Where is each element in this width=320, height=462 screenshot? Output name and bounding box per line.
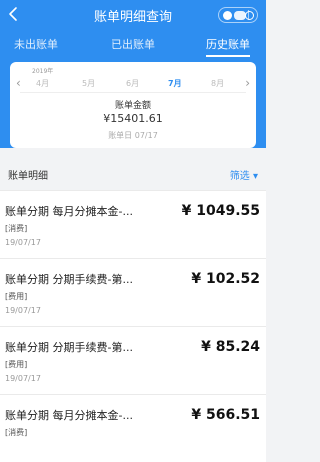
item-tag: [消费] [5,224,28,233]
detail-bar: 账单明细 筛选 ▾ [0,160,266,188]
list-item[interactable]: 账单分期 每月分摊本金-... ¥ 1049.55 [消费] 19/07/17 [0,190,266,258]
item-title: 账单分期 分期手续费-第... [5,273,133,286]
item-tag: [费用] [5,292,28,301]
bill-date: 账单日 07/17 [108,131,158,140]
month-4[interactable]: 4月 [36,78,49,89]
list-item[interactable]: 账单分期 分期手续费-第... ¥ 85.24 [费用] 19/07/17 [0,326,266,394]
item-time: 19/07/17 [5,374,41,383]
list-item[interactable]: 账单分期 每月分摊本金-... ¥ 566.51 [消费] [0,394,266,462]
card-divider [20,92,246,93]
item-price: ¥ 1049.55 [181,203,260,219]
item-tag: [费用] [5,360,28,369]
item-tag: [消费] [5,428,28,437]
prev-month-icon[interactable]: ‹ [16,76,21,90]
month-7[interactable]: 7月 [168,78,182,89]
item-title: 账单分期 每月分摊本金-... [5,205,133,218]
miniapp-capsule[interactable] [218,7,258,23]
bill-card: 2019年 ‹ › 4月 5月 6月 7月 8月 账单金额 ¥15401.61 … [10,62,256,148]
filter-button[interactable]: 筛选 ▾ [230,167,258,182]
month-8[interactable]: 8月 [211,78,224,89]
close-circle-icon[interactable] [245,11,254,20]
item-price: ¥ 85.24 [201,339,260,355]
next-month-icon[interactable]: › [245,76,250,90]
tab-billed[interactable]: 已出账单 [111,36,155,52]
month-5[interactable]: 5月 [82,78,95,89]
list-item[interactable]: 账单分期 分期手续费-第... ¥ 102.52 [费用] 19/07/17 [0,258,266,326]
amount-label: 账单金额 [114,101,151,111]
item-title: 账单分期 分期手续费-第... [5,341,133,354]
month-6[interactable]: 6月 [126,78,139,89]
record-dot-icon [223,11,232,20]
tab-unbilled[interactable]: 未出账单 [14,36,58,52]
item-title: 账单分期 每月分摊本金-... [5,409,133,422]
amount-value: ¥15401.61 [103,112,163,125]
item-price: ¥ 102.52 [191,271,260,287]
item-time: 19/07/17 [5,306,41,315]
navbar: 账单明细查询 [0,0,266,30]
detail-title: 账单明细 [8,171,48,182]
year-label: 2019年 [32,68,54,75]
item-time: 19/07/17 [5,238,41,247]
tabs: 未出账单 已出账单 历史账单 [0,34,266,57]
tab-history[interactable]: 历史账单 [206,36,250,57]
item-price: ¥ 566.51 [191,407,260,423]
